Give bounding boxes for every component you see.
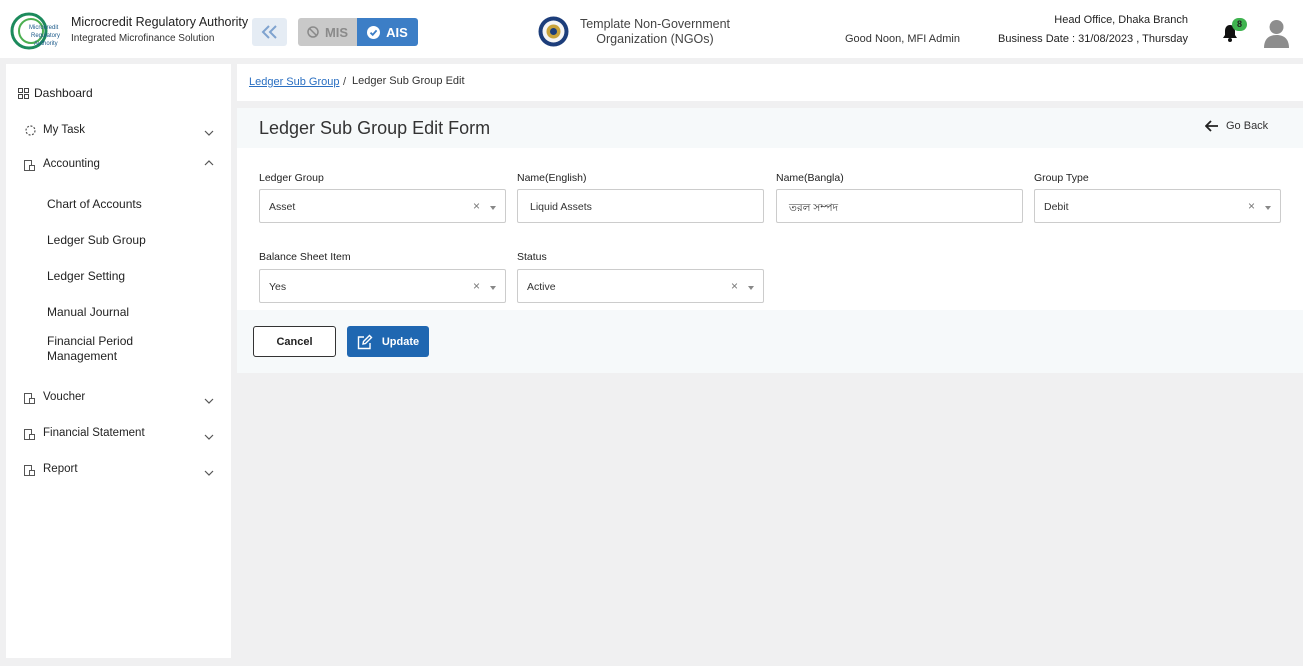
caret-down-icon[interactable] bbox=[490, 206, 496, 210]
business-date: Business Date : 31/08/2023 , Thursday bbox=[998, 33, 1188, 45]
chevron-down-icon bbox=[204, 470, 214, 476]
dashboard-label: Dashboard bbox=[34, 86, 93, 100]
chevron-down-icon bbox=[204, 398, 214, 404]
update-button[interactable]: Update bbox=[347, 326, 429, 357]
voucher-label: Voucher bbox=[43, 391, 86, 403]
chevron-up-icon bbox=[204, 160, 214, 166]
caret-down-icon[interactable] bbox=[1265, 206, 1271, 210]
block-icon bbox=[307, 26, 319, 38]
name-bangla-value: তরল সম্পদ bbox=[789, 202, 839, 214]
group-type-label: Group Type bbox=[1034, 172, 1089, 184]
chevron-down-icon bbox=[204, 130, 214, 136]
ledger-group-label: Ledger Group bbox=[259, 172, 324, 184]
chevron-down-icon bbox=[204, 434, 214, 440]
breadcrumb-link-ledger-sub-group[interactable]: Ledger Sub Group bbox=[249, 76, 340, 88]
clear-icon[interactable]: × bbox=[731, 279, 738, 293]
branch-name: Head Office, Dhaka Branch bbox=[1054, 14, 1188, 26]
double-chevron-left-icon bbox=[261, 25, 277, 39]
update-label: Update bbox=[381, 335, 420, 348]
balance-sheet-item-value: Yes bbox=[269, 281, 287, 293]
ngo-name-line1: Template Non-Government bbox=[579, 17, 731, 31]
accounting-label: Accounting bbox=[43, 158, 100, 170]
logo-text-line3: Authority bbox=[34, 41, 58, 47]
clear-icon[interactable]: × bbox=[473, 279, 480, 293]
financial-statement-label: Financial Statement bbox=[43, 427, 145, 439]
breadcrumb-current: Ledger Sub Group Edit bbox=[352, 75, 465, 87]
breadcrumb: Ledger Sub Group / Ledger Sub Group Edit bbox=[237, 64, 1303, 101]
cancel-button[interactable]: Cancel bbox=[253, 326, 336, 357]
top-header: Microcredit Regulatory Authority Microcr… bbox=[0, 0, 1303, 58]
status-label: Status bbox=[517, 251, 547, 263]
grid-icon bbox=[18, 88, 29, 99]
name-english-input[interactable]: Liquid Assets bbox=[517, 189, 764, 223]
my-task-label: My Task bbox=[43, 124, 85, 136]
report-icon bbox=[24, 465, 35, 476]
clear-icon[interactable]: × bbox=[1248, 199, 1255, 213]
ledger-icon bbox=[24, 160, 35, 171]
ngo-name-line2: Organization (NGOs) bbox=[596, 32, 714, 46]
name-bangla-label: Name(Bangla) bbox=[776, 172, 844, 184]
org-subtitle: Integrated Microfinance Solution bbox=[71, 33, 215, 44]
voucher-icon bbox=[24, 393, 35, 404]
form-header: Ledger Sub Group Edit Form Go Back bbox=[237, 108, 1303, 148]
sidebar: Dashboard My Task Accounting Chart of Ac… bbox=[6, 64, 231, 658]
user-avatar-icon[interactable] bbox=[1264, 18, 1289, 48]
sidebar-item-chart-of-accounts[interactable]: Chart of Accounts bbox=[47, 197, 142, 212]
ngo-name: Template Non-Government Organization (NG… bbox=[576, 17, 734, 47]
name-english-label: Name(English) bbox=[517, 172, 587, 184]
logo-text-line2: Regulatory bbox=[31, 33, 60, 39]
mra-logo-icon: Microcredit Regulatory Authority bbox=[10, 12, 60, 50]
mis-label: MIS bbox=[324, 24, 349, 40]
ngo-seal-icon bbox=[538, 16, 569, 47]
name-bangla-input[interactable]: তরল সম্পদ bbox=[776, 189, 1023, 223]
logo-text-line1: Microcredit bbox=[29, 25, 59, 31]
caret-down-icon[interactable] bbox=[490, 286, 496, 290]
sidebar-item-financial-period-management[interactable]: Financial Period Management bbox=[47, 334, 157, 364]
check-circle-icon bbox=[367, 25, 381, 39]
statement-icon bbox=[24, 429, 35, 440]
balance-sheet-item-select[interactable]: Yes × bbox=[259, 269, 506, 303]
group-type-select[interactable]: Debit × bbox=[1034, 189, 1281, 223]
sidebar-item-ledger-sub-group[interactable]: Ledger Sub Group bbox=[47, 233, 146, 248]
spinner-icon bbox=[25, 125, 36, 136]
ais-module-button[interactable]: AIS bbox=[357, 18, 418, 46]
status-select[interactable]: Active × bbox=[517, 269, 764, 303]
user-greeting: Good Noon, MFI Admin bbox=[845, 33, 960, 45]
go-back-button[interactable]: Go Back bbox=[1205, 120, 1268, 132]
group-type-value: Debit bbox=[1044, 201, 1069, 213]
edit-form-card: Ledger Sub Group Edit Form Go Back Ledge… bbox=[237, 108, 1303, 373]
balance-sheet-item-label: Balance Sheet Item bbox=[259, 251, 351, 263]
ledger-group-select[interactable]: Asset × bbox=[259, 189, 506, 223]
clear-icon[interactable]: × bbox=[473, 199, 480, 213]
edit-icon bbox=[357, 334, 373, 349]
arrow-left-icon bbox=[1205, 120, 1218, 132]
sidebar-item-ledger-setting[interactable]: Ledger Setting bbox=[47, 269, 125, 284]
mis-module-button[interactable]: MIS bbox=[298, 18, 357, 46]
page-title: Ledger Sub Group Edit Form bbox=[259, 118, 491, 138]
ais-label: AIS bbox=[386, 24, 408, 40]
notification-badge: 8 bbox=[1232, 18, 1247, 31]
go-back-label: Go Back bbox=[1226, 120, 1269, 132]
ledger-group-value: Asset bbox=[269, 201, 296, 213]
breadcrumb-separator: / bbox=[343, 76, 347, 88]
sidebar-collapse-button[interactable] bbox=[252, 18, 287, 46]
sidebar-item-manual-journal[interactable]: Manual Journal bbox=[47, 305, 129, 320]
caret-down-icon[interactable] bbox=[748, 286, 754, 290]
name-english-value: Liquid Assets bbox=[530, 201, 592, 213]
report-label: Report bbox=[43, 463, 78, 475]
status-value: Active bbox=[527, 281, 556, 293]
org-name: Microcredit Regulatory Authority bbox=[71, 15, 249, 29]
